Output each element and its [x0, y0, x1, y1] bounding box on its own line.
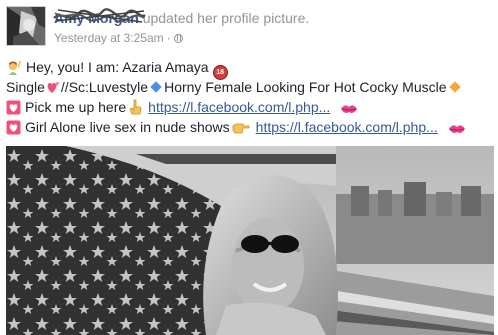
spam-link-1[interactable]: https://l.facebook.com/l.php...	[148, 99, 330, 115]
avatar[interactable]	[6, 6, 46, 46]
text-line-4: Girl Alone live sex in nude shows https:…	[6, 118, 496, 137]
live-shows-text: Girl Alone live sex in nude shows	[25, 119, 230, 135]
kiss-mark-icon	[448, 123, 466, 135]
pointing-hand-icon	[128, 99, 142, 115]
text-line-2: Single //Sc:Luvestyle Horny Female Lookin…	[6, 78, 496, 97]
profile-photo[interactable]	[6, 146, 494, 335]
post-text: Hey, you! I am: Azaria Amaya 18 Single //…	[6, 58, 496, 138]
post-meta: Yesterday at 3:25am ·	[54, 31, 183, 45]
spam-link-2[interactable]: https://l.facebook.com/l.php...	[256, 119, 438, 135]
man-raising-hand-icon	[6, 59, 22, 75]
post-header: Amy Morgan updated her profile picture.	[53, 8, 310, 27]
timestamp[interactable]: Yesterday at 3:25am	[54, 31, 164, 45]
two-hearts-icon	[45, 80, 60, 95]
pick-me-up-text: Pick me up here	[25, 99, 127, 115]
small-blue-diamond-icon	[150, 81, 162, 93]
post-action-text: updated her profile picture.	[142, 10, 310, 26]
heart-box-icon	[6, 120, 21, 135]
small-orange-diamond-icon	[448, 81, 461, 93]
heart-box-icon	[6, 100, 21, 115]
meta-separator: ·	[166, 31, 171, 45]
headline-text: Horny Female Looking For Hot Cocky Muscl…	[164, 79, 447, 95]
luvestyle-text: //Sc:Luvestyle	[60, 79, 149, 95]
single-text: Single	[6, 79, 45, 95]
author-name[interactable]: Amy Morgan	[53, 8, 146, 27]
facebook-post: Amy Morgan updated her profile picture. …	[0, 0, 498, 335]
kiss-mark-icon	[340, 103, 358, 115]
text-line-1: Hey, you! I am: Azaria Amaya 18	[6, 58, 496, 80]
intro-text: Hey, you! I am: Azaria Amaya	[26, 59, 209, 75]
text-line-3: Pick me up here https://l.facebook.com/l…	[6, 98, 496, 117]
pointing-right-hand-icon	[232, 121, 250, 135]
globe-icon[interactable]	[173, 34, 183, 43]
